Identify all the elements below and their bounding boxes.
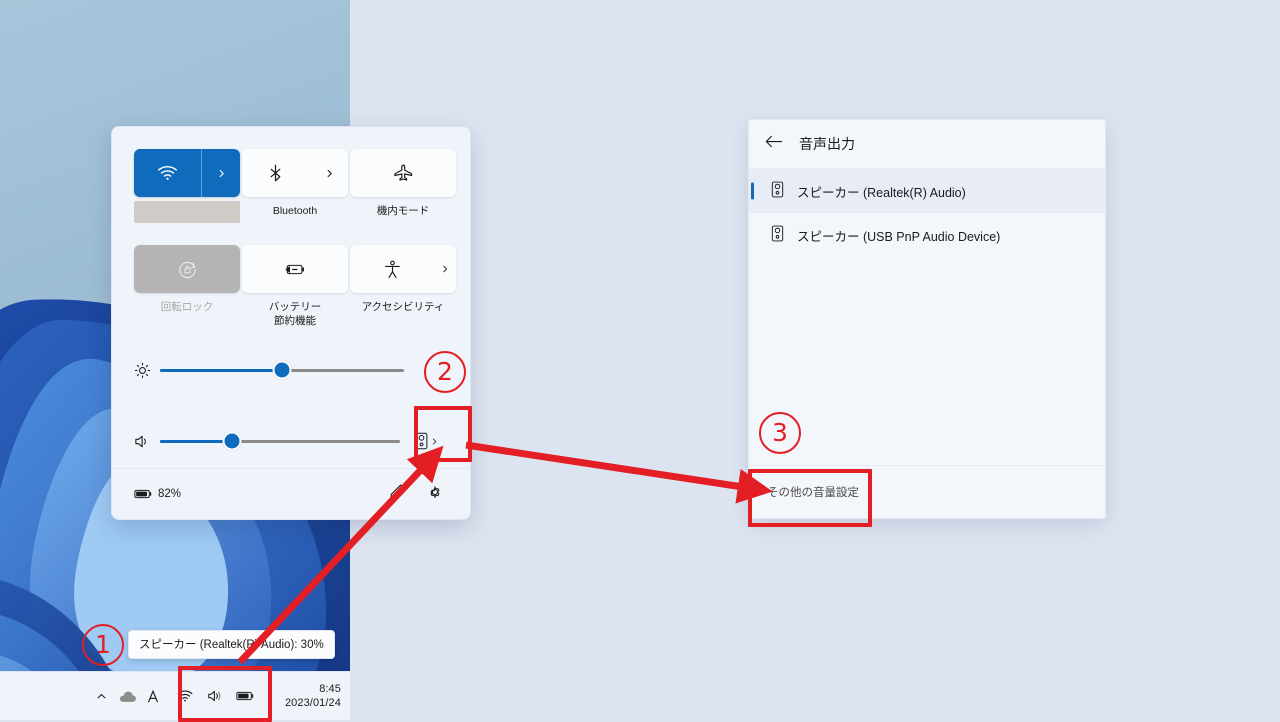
volume-slider-row bbox=[134, 430, 448, 452]
speaker-icon bbox=[771, 181, 784, 201]
annotation-step-2: 2 bbox=[424, 351, 466, 393]
selected-indicator bbox=[751, 182, 754, 200]
tile-label-bluetooth: Bluetooth bbox=[272, 205, 318, 217]
audio-device-label: スピーカー (Realtek(R) Audio) bbox=[797, 185, 966, 200]
quick-settings-actions bbox=[389, 483, 444, 506]
battery-saver-icon bbox=[242, 245, 348, 293]
tile-label-airplane: 機内モード bbox=[376, 205, 430, 217]
annotation-box-more-settings bbox=[748, 469, 872, 527]
battery-status[interactable]: 82% bbox=[134, 488, 181, 500]
volume-tooltip: スピーカー (Realtek(R) Audio): 30% bbox=[128, 630, 335, 659]
quick-settings-footer: 82% bbox=[112, 468, 470, 519]
annotation-step-3: 3 bbox=[759, 412, 801, 454]
wifi-icon bbox=[134, 149, 201, 197]
audio-device-item-usb[interactable]: スピーカー (USB PnP Audio Device) bbox=[749, 213, 1105, 257]
battery-saver-tile-button[interactable] bbox=[242, 245, 348, 293]
battery-icon bbox=[134, 489, 152, 499]
airplane-tile-button[interactable] bbox=[350, 149, 456, 197]
gear-icon[interactable] bbox=[426, 483, 444, 506]
tile-bluetooth: Bluetooth bbox=[242, 149, 348, 223]
clock-time: 8:45 bbox=[319, 682, 341, 695]
tile-accessibility: アクセシビリティ bbox=[350, 245, 456, 328]
accessibility-icon bbox=[350, 245, 434, 293]
annotation-step-3-number: 3 bbox=[772, 417, 788, 447]
back-arrow-icon[interactable] bbox=[765, 134, 783, 154]
brightness-slider[interactable] bbox=[160, 360, 404, 380]
tile-label-rotation-lock: 回転ロック bbox=[160, 301, 214, 313]
wifi-ssid-placeholder bbox=[134, 201, 240, 223]
bluetooth-tile-button[interactable] bbox=[242, 149, 348, 197]
clock-date: 2023/01/24 bbox=[284, 697, 341, 709]
onedrive-cloud-icon[interactable] bbox=[114, 681, 140, 711]
audio-output-panel: 音声出力 スピーカー (Realtek(R) Audio) スピーカー (USB… bbox=[748, 119, 1106, 519]
chevron-up-icon[interactable] bbox=[88, 681, 114, 711]
audio-device-item-realtek[interactable]: スピーカー (Realtek(R) Audio) bbox=[749, 169, 1105, 213]
brightness-icon bbox=[134, 362, 160, 379]
annotation-step-1-number: 1 bbox=[95, 629, 111, 659]
audio-device-label: スピーカー (USB PnP Audio Device) bbox=[797, 229, 1001, 244]
wifi-tile-button[interactable] bbox=[134, 149, 240, 197]
speaker-icon bbox=[771, 225, 784, 245]
annotation-box-taskbar-tray bbox=[178, 666, 272, 722]
audio-panel-title: 音声出力 bbox=[799, 136, 855, 152]
rotation-lock-tile-button[interactable] bbox=[134, 245, 240, 293]
annotation-step-1: 1 bbox=[82, 624, 124, 666]
tile-wifi bbox=[134, 149, 240, 223]
arrow-2-to-3 bbox=[465, 441, 773, 504]
annotation-step-2-number: 2 bbox=[437, 356, 453, 386]
taskbar-clock[interactable]: 8:45 2023/01/24 bbox=[285, 682, 341, 710]
brightness-slider-row bbox=[134, 359, 448, 381]
screenshot-stage: 8:45 2023/01/24 スピーカー (Realtek(R) Audio)… bbox=[0, 0, 1280, 722]
wifi-chevron-icon[interactable] bbox=[201, 149, 240, 197]
annotation-box-volume-device-button bbox=[414, 406, 472, 462]
accessibility-tile-button[interactable] bbox=[350, 245, 456, 293]
bluetooth-icon bbox=[242, 149, 309, 197]
taskbar[interactable]: 8:45 2023/01/24 bbox=[0, 671, 350, 720]
battery-percent-label: 82% bbox=[158, 488, 182, 500]
ime-mode-icon[interactable] bbox=[140, 681, 166, 711]
tile-label-accessibility: アクセシビリティ bbox=[361, 301, 445, 313]
tile-airplane: 機内モード bbox=[350, 149, 456, 223]
brightness-knob[interactable] bbox=[272, 360, 292, 380]
pencil-icon[interactable] bbox=[389, 483, 406, 505]
volume-slider[interactable] bbox=[160, 431, 400, 451]
airplane-icon bbox=[350, 149, 456, 197]
tile-label-battery-saver: バッテリー 節約機能 bbox=[268, 301, 322, 328]
audio-panel-header: 音声出力 bbox=[749, 120, 1105, 169]
volume-icon bbox=[134, 434, 160, 449]
quick-settings-tile-grid: Bluetooth 機内モード 回転ロック バッテリー 節約機能 アクセシビリテ… bbox=[134, 149, 456, 328]
tile-rotation-lock: 回転ロック bbox=[134, 245, 240, 328]
bluetooth-chevron-icon[interactable] bbox=[309, 149, 348, 197]
volume-knob[interactable] bbox=[222, 431, 242, 451]
volume-fill bbox=[160, 439, 232, 443]
tile-battery-saver: バッテリー 節約機能 bbox=[242, 245, 348, 328]
rotation-lock-icon bbox=[134, 245, 240, 293]
accessibility-chevron-icon[interactable] bbox=[434, 245, 456, 293]
brightness-fill bbox=[160, 368, 282, 372]
